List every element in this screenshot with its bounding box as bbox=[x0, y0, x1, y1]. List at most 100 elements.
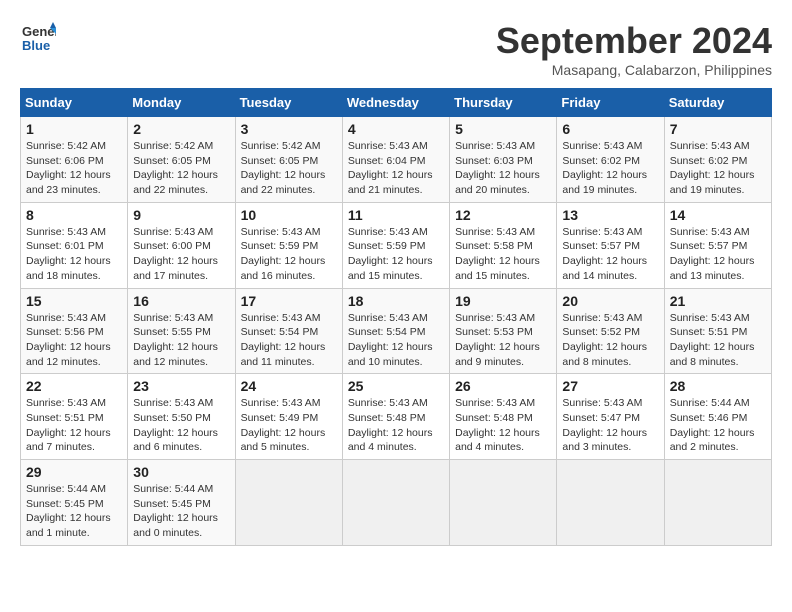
day-number: 15 bbox=[26, 293, 122, 309]
calendar-cell: 16 Sunrise: 5:43 AM Sunset: 5:55 PM Dayli… bbox=[128, 288, 235, 374]
calendar-cell: 9 Sunrise: 5:43 AM Sunset: 6:00 PM Daylig… bbox=[128, 202, 235, 288]
day-info: Sunrise: 5:43 AM Sunset: 5:50 PM Dayligh… bbox=[133, 396, 229, 455]
day-info: Sunrise: 5:43 AM Sunset: 5:54 PM Dayligh… bbox=[241, 311, 337, 370]
day-number: 16 bbox=[133, 293, 229, 309]
day-info: Sunrise: 5:43 AM Sunset: 6:01 PM Dayligh… bbox=[26, 225, 122, 284]
calendar-cell: 26Sunrise: 5:43 AM Sunset: 5:48 PM Dayli… bbox=[450, 374, 557, 460]
calendar-cell: 15Sunrise: 5:43 AM Sunset: 5:56 PM Dayli… bbox=[21, 288, 128, 374]
calendar-cell bbox=[342, 460, 449, 546]
day-info: Sunrise: 5:43 AM Sunset: 5:59 PM Dayligh… bbox=[241, 225, 337, 284]
calendar-week-1: 1 Sunrise: 5:42 AM Sunset: 6:06 PM Daylig… bbox=[21, 117, 772, 203]
calendar-cell: 13 Sunrise: 5:43 AM Sunset: 5:57 PM Dayli… bbox=[557, 202, 664, 288]
day-info: Sunrise: 5:43 AM Sunset: 6:00 PM Dayligh… bbox=[133, 225, 229, 284]
day-number: 10 bbox=[241, 207, 337, 223]
col-header-monday: Monday bbox=[128, 89, 235, 117]
day-number: 26 bbox=[455, 378, 551, 394]
day-number: 30 bbox=[133, 464, 229, 480]
day-info: Sunrise: 5:43 AM Sunset: 5:54 PM Dayligh… bbox=[348, 311, 444, 370]
calendar-cell: 22 Sunrise: 5:43 AM Sunset: 5:51 PM Dayli… bbox=[21, 374, 128, 460]
day-number: 25 bbox=[348, 378, 444, 394]
calendar-cell bbox=[235, 460, 342, 546]
day-info: Sunrise: 5:43 AM Sunset: 5:51 PM Dayligh… bbox=[670, 311, 766, 370]
col-header-friday: Friday bbox=[557, 89, 664, 117]
day-number: 13 bbox=[562, 207, 658, 223]
calendar-cell: 20Sunrise: 5:43 AM Sunset: 5:52 PM Dayli… bbox=[557, 288, 664, 374]
day-info: Sunrise: 5:43 AM Sunset: 6:04 PM Dayligh… bbox=[348, 139, 444, 198]
day-number: 4 bbox=[348, 121, 444, 137]
calendar-cell: 17 Sunrise: 5:43 AM Sunset: 5:54 PM Dayli… bbox=[235, 288, 342, 374]
day-info: Sunrise: 5:43 AM Sunset: 5:48 PM Dayligh… bbox=[348, 396, 444, 455]
location-title: Masapang, Calabarzon, Philippines bbox=[496, 62, 772, 78]
calendar-cell: 28Sunrise: 5:44 AM Sunset: 5:46 PM Dayli… bbox=[664, 374, 771, 460]
col-header-thursday: Thursday bbox=[450, 89, 557, 117]
calendar-cell: 27 Sunrise: 5:43 AM Sunset: 5:47 PM Dayli… bbox=[557, 374, 664, 460]
day-info: Sunrise: 5:43 AM Sunset: 5:55 PM Dayligh… bbox=[133, 311, 229, 370]
day-info: Sunrise: 5:43 AM Sunset: 5:57 PM Dayligh… bbox=[562, 225, 658, 284]
day-info: Sunrise: 5:43 AM Sunset: 6:03 PM Dayligh… bbox=[455, 139, 551, 198]
col-header-saturday: Saturday bbox=[664, 89, 771, 117]
header: General Blue September 2024 Masapang, Ca… bbox=[20, 20, 772, 78]
day-info: Sunrise: 5:43 AM Sunset: 5:47 PM Dayligh… bbox=[562, 396, 658, 455]
calendar-week-5: 29 Sunrise: 5:44 AM Sunset: 5:45 PM Dayli… bbox=[21, 460, 772, 546]
calendar-week-4: 22 Sunrise: 5:43 AM Sunset: 5:51 PM Dayli… bbox=[21, 374, 772, 460]
calendar-week-2: 8 Sunrise: 5:43 AM Sunset: 6:01 PM Daylig… bbox=[21, 202, 772, 288]
day-info: Sunrise: 5:42 AM Sunset: 6:05 PM Dayligh… bbox=[241, 139, 337, 198]
calendar-cell: 6 Sunrise: 5:43 AM Sunset: 6:02 PM Daylig… bbox=[557, 117, 664, 203]
day-info: Sunrise: 5:42 AM Sunset: 6:05 PM Dayligh… bbox=[133, 139, 229, 198]
logo: General Blue bbox=[20, 20, 56, 56]
calendar-cell: 2 Sunrise: 5:42 AM Sunset: 6:05 PM Daylig… bbox=[128, 117, 235, 203]
day-number: 6 bbox=[562, 121, 658, 137]
calendar-cell: 11 Sunrise: 5:43 AM Sunset: 5:59 PM Dayli… bbox=[342, 202, 449, 288]
day-info: Sunrise: 5:44 AM Sunset: 5:45 PM Dayligh… bbox=[26, 482, 122, 541]
logo-icon: General Blue bbox=[20, 20, 56, 56]
calendar-cell: 19Sunrise: 5:43 AM Sunset: 5:53 PM Dayli… bbox=[450, 288, 557, 374]
col-header-sunday: Sunday bbox=[21, 89, 128, 117]
calendar-cell: 8 Sunrise: 5:43 AM Sunset: 6:01 PM Daylig… bbox=[21, 202, 128, 288]
calendar-cell bbox=[557, 460, 664, 546]
calendar-cell: 10 Sunrise: 5:43 AM Sunset: 5:59 PM Dayli… bbox=[235, 202, 342, 288]
day-number: 17 bbox=[241, 293, 337, 309]
day-number: 29 bbox=[26, 464, 122, 480]
day-info: Sunrise: 5:44 AM Sunset: 5:46 PM Dayligh… bbox=[670, 396, 766, 455]
calendar-cell: 24Sunrise: 5:43 AM Sunset: 5:49 PM Dayli… bbox=[235, 374, 342, 460]
day-number: 7 bbox=[670, 121, 766, 137]
day-number: 3 bbox=[241, 121, 337, 137]
day-number: 8 bbox=[26, 207, 122, 223]
svg-text:Blue: Blue bbox=[22, 38, 50, 53]
calendar-cell: 1 Sunrise: 5:42 AM Sunset: 6:06 PM Daylig… bbox=[21, 117, 128, 203]
day-info: Sunrise: 5:43 AM Sunset: 5:57 PM Dayligh… bbox=[670, 225, 766, 284]
day-info: Sunrise: 5:43 AM Sunset: 6:02 PM Dayligh… bbox=[562, 139, 658, 198]
day-info: Sunrise: 5:43 AM Sunset: 5:51 PM Dayligh… bbox=[26, 396, 122, 455]
day-number: 2 bbox=[133, 121, 229, 137]
day-number: 9 bbox=[133, 207, 229, 223]
calendar-cell bbox=[450, 460, 557, 546]
calendar-cell: 3 Sunrise: 5:42 AM Sunset: 6:05 PM Daylig… bbox=[235, 117, 342, 203]
day-number: 18 bbox=[348, 293, 444, 309]
day-number: 20 bbox=[562, 293, 658, 309]
day-number: 22 bbox=[26, 378, 122, 394]
calendar-cell: 25 Sunrise: 5:43 AM Sunset: 5:48 PM Dayli… bbox=[342, 374, 449, 460]
calendar-cell: 12Sunrise: 5:43 AM Sunset: 5:58 PM Dayli… bbox=[450, 202, 557, 288]
calendar-week-3: 15Sunrise: 5:43 AM Sunset: 5:56 PM Dayli… bbox=[21, 288, 772, 374]
calendar-cell: 21Sunrise: 5:43 AM Sunset: 5:51 PM Dayli… bbox=[664, 288, 771, 374]
calendar-cell: 14 Sunrise: 5:43 AM Sunset: 5:57 PM Dayli… bbox=[664, 202, 771, 288]
day-number: 14 bbox=[670, 207, 766, 223]
day-info: Sunrise: 5:43 AM Sunset: 6:02 PM Dayligh… bbox=[670, 139, 766, 198]
day-info: Sunrise: 5:42 AM Sunset: 6:06 PM Dayligh… bbox=[26, 139, 122, 198]
day-number: 1 bbox=[26, 121, 122, 137]
calendar-cell: 23 Sunrise: 5:43 AM Sunset: 5:50 PM Dayli… bbox=[128, 374, 235, 460]
calendar-cell: 5 Sunrise: 5:43 AM Sunset: 6:03 PM Daylig… bbox=[450, 117, 557, 203]
calendar-cell: 4 Sunrise: 5:43 AM Sunset: 6:04 PM Daylig… bbox=[342, 117, 449, 203]
calendar-cell: 18 Sunrise: 5:43 AM Sunset: 5:54 PM Dayli… bbox=[342, 288, 449, 374]
day-number: 11 bbox=[348, 207, 444, 223]
day-number: 5 bbox=[455, 121, 551, 137]
day-info: Sunrise: 5:43 AM Sunset: 5:59 PM Dayligh… bbox=[348, 225, 444, 284]
day-number: 27 bbox=[562, 378, 658, 394]
day-info: Sunrise: 5:43 AM Sunset: 5:49 PM Dayligh… bbox=[241, 396, 337, 455]
calendar-cell bbox=[664, 460, 771, 546]
calendar-cell: 30Sunrise: 5:44 AM Sunset: 5:45 PM Dayli… bbox=[128, 460, 235, 546]
calendar-table: SundayMondayTuesdayWednesdayThursdayFrid… bbox=[20, 88, 772, 546]
day-info: Sunrise: 5:43 AM Sunset: 5:58 PM Dayligh… bbox=[455, 225, 551, 284]
day-number: 23 bbox=[133, 378, 229, 394]
calendar-cell: 7 Sunrise: 5:43 AM Sunset: 6:02 PM Daylig… bbox=[664, 117, 771, 203]
